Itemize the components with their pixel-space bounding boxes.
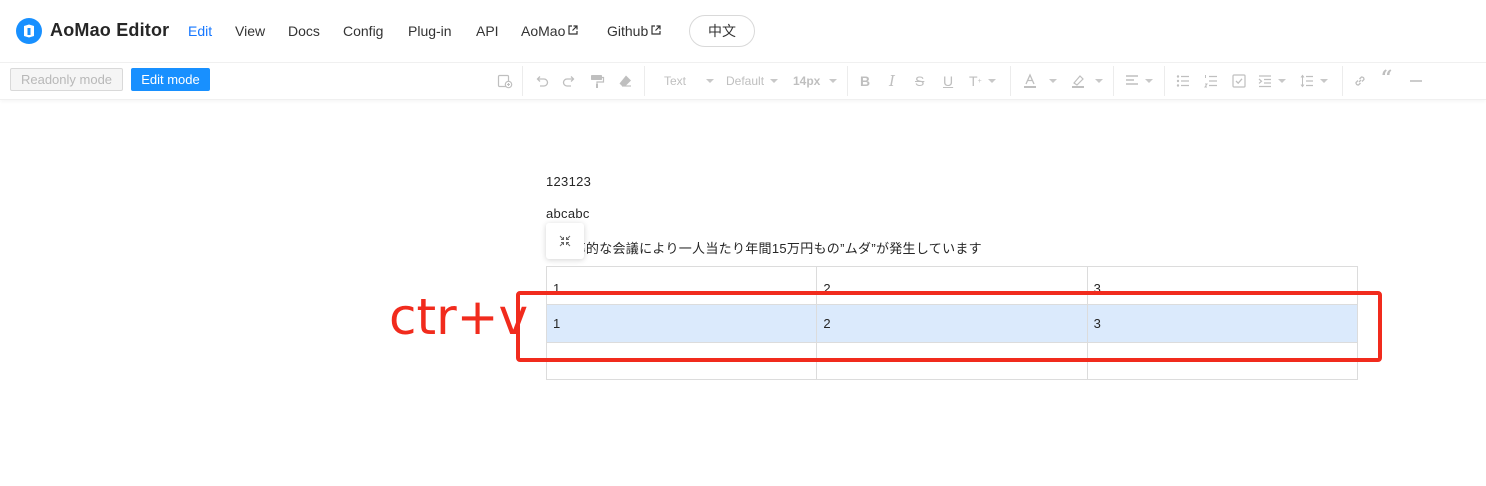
italic-icon[interactable]: I xyxy=(889,72,895,90)
strikethrough-icon[interactable]: S xyxy=(915,72,924,90)
font-family-select-value: Default xyxy=(726,74,765,88)
chevron-down-icon xyxy=(770,79,779,83)
line-height-icon[interactable] xyxy=(1300,72,1328,90)
annotation-label: ctr+v xyxy=(389,288,529,346)
language-switch-button[interactable]: 中文 xyxy=(689,15,755,47)
paragraph[interactable]: 123123 xyxy=(546,174,591,189)
nav-github-label: Github xyxy=(607,23,649,39)
horizontal-rule-icon[interactable] xyxy=(1409,72,1423,90)
app-header: AoMao Editor Edit View Docs Config Plug-… xyxy=(0,0,1486,63)
nav-api[interactable]: API xyxy=(476,23,499,39)
chevron-down-icon xyxy=(829,79,838,83)
heading-select[interactable]: Text xyxy=(664,72,715,90)
chevron-down-icon xyxy=(706,79,715,83)
brand-title[interactable]: AoMao Editor xyxy=(50,20,169,41)
nav-edit[interactable]: Edit xyxy=(188,23,212,39)
font-size-select[interactable]: 14px xyxy=(793,72,838,90)
logo-icon[interactable] xyxy=(16,18,42,44)
alignment-icon[interactable] xyxy=(1125,72,1153,90)
link-icon[interactable] xyxy=(1353,72,1367,90)
bold-icon[interactable]: B xyxy=(860,72,870,90)
chevron-down-icon xyxy=(1145,79,1153,83)
insert-icon[interactable] xyxy=(497,72,513,90)
clear-format-icon[interactable] xyxy=(617,72,633,90)
paragraph[interactable]: abcabc xyxy=(546,206,590,221)
chevron-down-icon xyxy=(1320,79,1328,83)
chevron-down-icon xyxy=(1095,79,1103,83)
unordered-list-icon[interactable] xyxy=(1176,72,1190,90)
external-link-icon xyxy=(651,25,661,35)
external-link-icon xyxy=(568,25,578,35)
collapse-icon[interactable] xyxy=(546,223,584,259)
toolbar-divider xyxy=(847,66,848,96)
nav-aomao-label: AoMao xyxy=(521,23,566,39)
nav-config[interactable]: Config xyxy=(343,23,383,39)
redo-icon[interactable] xyxy=(561,72,577,90)
toolbar-divider xyxy=(1010,66,1011,96)
paragraph[interactable]: 非効率的な会議により一人当たり年間15万円もの”ムダ”が発生しています xyxy=(546,238,982,257)
nav-aomao[interactable]: AoMao xyxy=(521,23,578,39)
edit-mode-button[interactable]: Edit mode xyxy=(131,68,210,91)
toolbar-divider xyxy=(1164,66,1165,96)
toolbar-divider xyxy=(1342,66,1343,96)
chevron-down-icon xyxy=(987,79,996,83)
nav-plugin[interactable]: Plug-in xyxy=(408,23,452,39)
paintformat-icon[interactable] xyxy=(589,72,605,90)
font-size-select-value: 14px xyxy=(793,74,821,88)
annotation-highlight-box xyxy=(516,291,1382,362)
nav-docs[interactable]: Docs xyxy=(288,23,320,39)
background-color-icon[interactable] xyxy=(1071,72,1103,90)
indent-icon[interactable] xyxy=(1258,72,1286,90)
font-color-icon[interactable] xyxy=(1023,72,1057,90)
readonly-mode-button[interactable]: Readonly mode xyxy=(10,68,123,91)
chevron-down-icon xyxy=(1278,79,1286,83)
toolbar-divider xyxy=(522,66,523,96)
ordered-list-icon[interactable] xyxy=(1204,72,1218,90)
superscript-icon[interactable]: T + xyxy=(969,72,996,90)
quote-icon[interactable]: “ xyxy=(1381,65,1393,89)
heading-select-value: Text xyxy=(664,74,687,88)
font-family-select[interactable]: Default xyxy=(726,72,779,90)
toolbar-divider xyxy=(644,66,645,96)
underline-icon[interactable]: U xyxy=(943,72,953,90)
nav-view[interactable]: View xyxy=(235,23,265,39)
editor-toolbar: Readonly mode Edit mode Text Default 14p… xyxy=(0,63,1486,100)
chevron-down-icon xyxy=(1049,79,1057,83)
undo-icon[interactable] xyxy=(534,72,550,90)
toolbar-divider xyxy=(1113,66,1114,96)
task-list-icon[interactable] xyxy=(1232,72,1246,90)
nav-github[interactable]: Github xyxy=(607,23,661,39)
